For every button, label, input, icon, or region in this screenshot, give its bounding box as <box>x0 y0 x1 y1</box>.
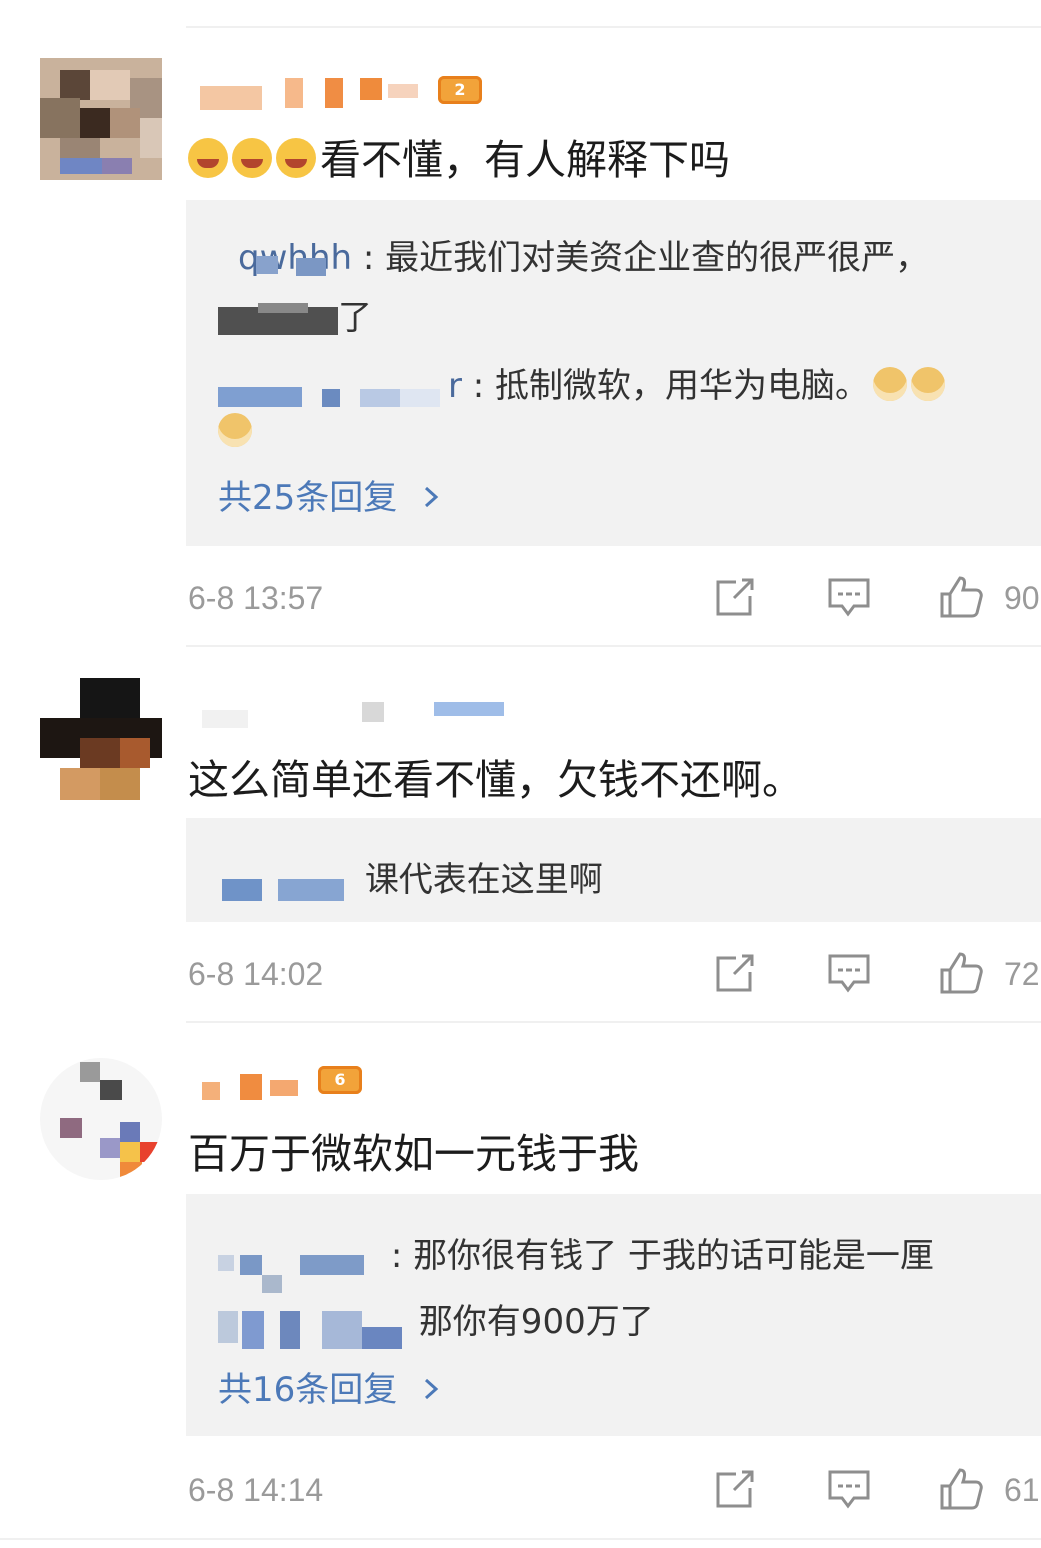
reply-text: 那你有900万了 <box>418 1302 654 1342</box>
username-blur <box>218 865 354 901</box>
timestamp: 6-8 13:57 <box>188 580 324 616</box>
comment-text: 百万于微软如一元钱于我 <box>188 1130 639 1178</box>
avatar[interactable] <box>40 58 162 180</box>
reply-text: : 那你很有钱了 于我的话可能是一厘 <box>390 1236 934 1276</box>
thumbs-up-icon[interactable] <box>938 950 984 996</box>
reply-username[interactable] <box>218 1236 391 1293</box>
avatar[interactable] <box>40 1058 162 1180</box>
reply-username[interactable]: r <box>218 366 473 407</box>
reply-emoji-wrap <box>218 412 252 452</box>
reply-item-continued: 了 <box>218 290 372 339</box>
reply-text: : 最近我们对美资企业查的很严很严， <box>362 238 930 278</box>
reply-preview-box[interactable]: : 那你很有钱了 于我的话可能是一厘 那你有900万了 共16条回复 <box>186 1194 1041 1436</box>
like-count: 61 <box>1004 1472 1040 1508</box>
reply-item[interactable]: qwhhh : 最近我们对美资企业查的很严很严， <box>218 230 929 279</box>
username-blurred[interactable] <box>190 688 510 728</box>
thumbs-up-icon[interactable] <box>938 574 984 620</box>
reply-item[interactable]: 课代表在这里啊 <box>218 852 603 901</box>
share-icon[interactable] <box>712 1466 758 1512</box>
reply-username[interactable] <box>218 860 365 901</box>
laughing-crying-emoji-icon <box>232 138 272 178</box>
doge-emoji-icon <box>218 413 252 447</box>
reply-username[interactable]: qwhhh <box>218 238 363 278</box>
reply-username[interactable] <box>218 1302 419 1349</box>
comment-divider <box>186 1021 1041 1023</box>
username-blur <box>218 1241 380 1293</box>
share-icon[interactable] <box>712 574 758 620</box>
level-badge: 2 <box>438 76 482 104</box>
share-icon[interactable] <box>712 950 758 996</box>
reply-item[interactable]: 那你有900万了 <box>218 1294 654 1349</box>
doge-emoji-icon <box>911 367 946 401</box>
username-blur <box>218 243 238 277</box>
reply-item[interactable]: r : 抵制微软，用华为电脑。 <box>218 358 946 407</box>
comment-meta: 6-8 14:14 61 <box>188 1466 1041 1516</box>
reply-preview-box[interactable]: qwhhh : 最近我们对美资企业查的很严很严， 了 r : 抵制微软，用华为电… <box>186 200 1041 546</box>
avatar[interactable] <box>40 678 162 800</box>
view-all-replies-link[interactable]: 共25条回复 <box>218 470 442 519</box>
comment-text: 看不懂，有人解释下吗 <box>188 126 730 186</box>
reply-preview-box[interactable]: 课代表在这里啊 <box>186 818 1041 922</box>
comment-meta: 6-8 13:57 90 <box>188 574 1041 624</box>
reply-item[interactable]: : 那你很有钱了 于我的话可能是一厘 <box>218 1228 934 1293</box>
chevron-right-icon <box>425 1378 439 1400</box>
level-badge: 6 <box>318 1066 362 1094</box>
reply-text: : 抵制微软，用华为电脑。 <box>472 366 870 406</box>
bottom-divider <box>0 1538 1041 1540</box>
laughing-crying-emoji-icon <box>276 138 316 178</box>
view-all-replies-link[interactable]: 共16条回复 <box>218 1362 442 1411</box>
chevron-right-icon <box>425 486 439 508</box>
reply-text: 课代表在这里啊 <box>364 860 603 900</box>
username-blur <box>218 1307 408 1349</box>
thumbs-up-icon[interactable] <box>938 1466 984 1512</box>
comment-icon[interactable] <box>826 950 872 996</box>
username-blur <box>218 371 448 407</box>
comment-meta: 6-8 14:02 72 <box>188 950 1041 1000</box>
laughing-crying-emoji-icon <box>188 138 228 178</box>
comment-icon[interactable] <box>826 1466 872 1512</box>
comment-body: 看不懂，有人解释下吗 <box>320 136 730 184</box>
reply-text: 了 <box>338 298 372 338</box>
timestamp: 6-8 14:14 <box>188 1472 324 1508</box>
doge-emoji-icon <box>873 367 908 401</box>
like-count: 72 <box>1004 956 1040 992</box>
text-blur <box>218 302 338 337</box>
comment-icon[interactable] <box>826 574 872 620</box>
like-count: 90 <box>1004 580 1040 616</box>
top-divider <box>186 26 1041 28</box>
timestamp: 6-8 14:02 <box>188 956 324 992</box>
comment-text: 这么简单还看不懂，欠钱不还啊。 <box>188 756 803 804</box>
comment-divider <box>186 645 1041 647</box>
